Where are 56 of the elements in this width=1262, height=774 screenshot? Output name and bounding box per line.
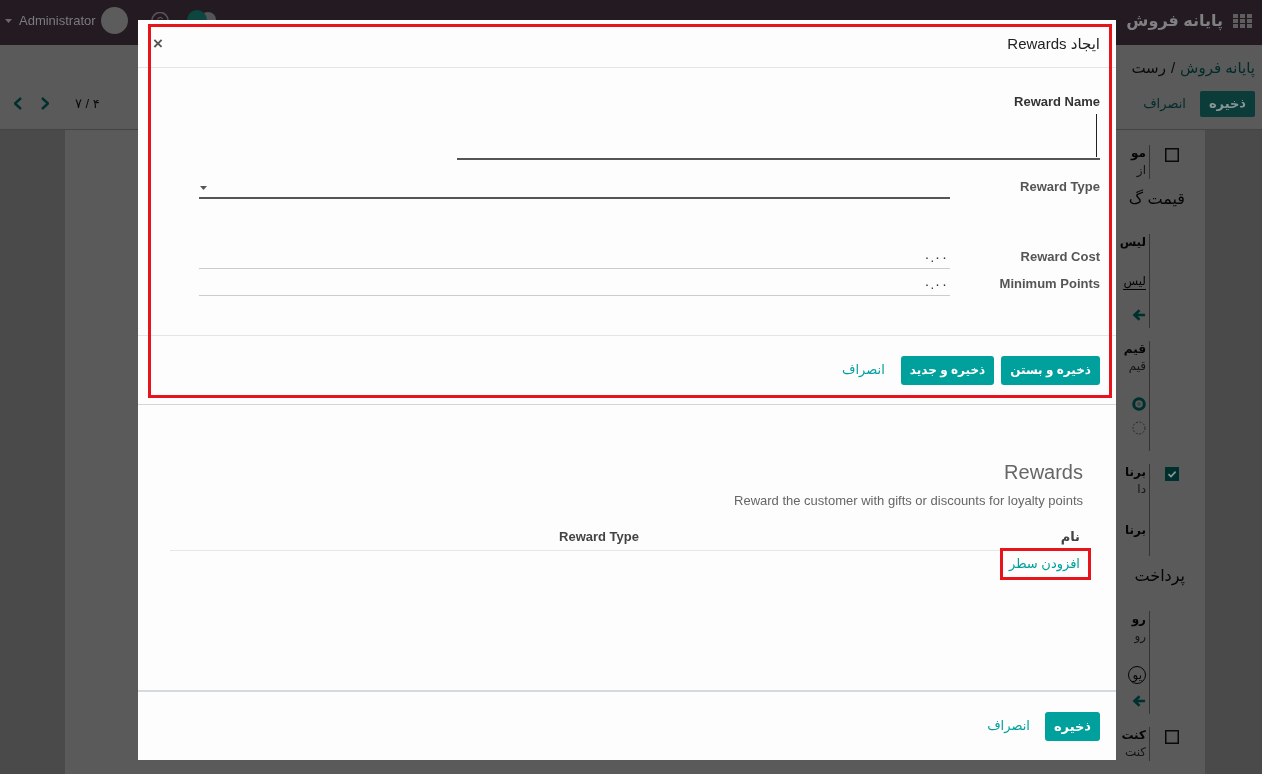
breadcrumb-current: رست — [1131, 58, 1166, 79]
section-heading: قیمت گ — [1128, 188, 1186, 209]
radio-button[interactable] — [1132, 397, 1146, 411]
section-heading: پرداخت — [1134, 566, 1186, 588]
save-new-button[interactable]: ذخیره و جدید — [900, 355, 995, 385]
field-label: Reward Name — [1013, 95, 1100, 109]
close-button[interactable]: × — [153, 35, 163, 52]
setting-description: رو — [1134, 628, 1146, 645]
add-line-link[interactable]: افزودن سطر — [1009, 555, 1080, 573]
radio-button[interactable] — [1132, 421, 1146, 435]
setting-title: لیس — [1119, 234, 1146, 251]
app-title[interactable]: پایانه فروش — [1126, 10, 1223, 32]
section-title: Rewards — [1003, 460, 1083, 484]
breadcrumb-link[interactable]: پایانه فروش — [1180, 55, 1255, 81]
setting-field[interactable]: لیس — [1123, 273, 1146, 290]
setting-title: رو — [1131, 611, 1146, 628]
breadcrumb-separator: / — [1170, 58, 1176, 78]
chevron-right-icon[interactable] — [41, 97, 49, 111]
caret-icon — [200, 185, 207, 190]
checkbox[interactable] — [1165, 467, 1179, 481]
column-header: Reward Type — [558, 528, 640, 546]
avatar-icon — [100, 7, 128, 34]
cancel-link[interactable]: انصراف — [983, 711, 1034, 741]
section-description: Reward the customer with gifts or discounts for loyalty points — [733, 492, 1083, 509]
number-input[interactable]: ۰.۰۰ — [199, 248, 950, 269]
column-header: نام — [1059, 528, 1081, 547]
setting-title: برنا — [1125, 522, 1146, 539]
setting-title: قیم — [1123, 341, 1146, 358]
setting-description: دا — [1137, 481, 1146, 498]
setting-description: از — [1136, 162, 1146, 179]
pager-counter: ۷ / ۴ — [75, 95, 100, 113]
setting-title: مو — [1131, 145, 1146, 162]
setting-description: قیم — [1128, 358, 1146, 375]
field-label: Minimum Points — [998, 275, 1100, 293]
chevron-left-icon[interactable] — [14, 97, 22, 111]
save-close-button[interactable]: ذخیره و بستن — [1001, 355, 1100, 385]
setting-title: کنت — [1121, 727, 1146, 744]
discard-link[interactable]: انصراف — [1139, 91, 1190, 117]
save-button[interactable]: ذخیره — [1199, 91, 1255, 117]
caret-icon[interactable] — [5, 19, 12, 23]
arrow-left-icon[interactable] — [1132, 694, 1146, 708]
setting-description: کنت — [1124, 744, 1146, 761]
user-name[interactable]: Administrator — [19, 12, 96, 30]
name-input[interactable] — [457, 112, 1100, 160]
checkbox[interactable] — [1165, 730, 1179, 744]
dialog-title: ایجاد Rewards — [1007, 33, 1100, 54]
help-icon[interactable] — [150, 12, 169, 20]
field-label: Reward Cost — [1019, 248, 1100, 266]
number-input[interactable]: ۰.۰۰ — [199, 275, 950, 296]
arrow-left-icon[interactable] — [1132, 308, 1146, 322]
field-label: Reward Type — [1019, 178, 1100, 196]
apps-grid-icon[interactable] — [1233, 14, 1252, 28]
checkbox[interactable] — [1165, 148, 1179, 162]
setting-title: برنا — [1125, 464, 1146, 481]
save-button[interactable]: ذخیره — [1044, 711, 1100, 741]
cancel-link[interactable]: انصراف — [838, 355, 889, 385]
